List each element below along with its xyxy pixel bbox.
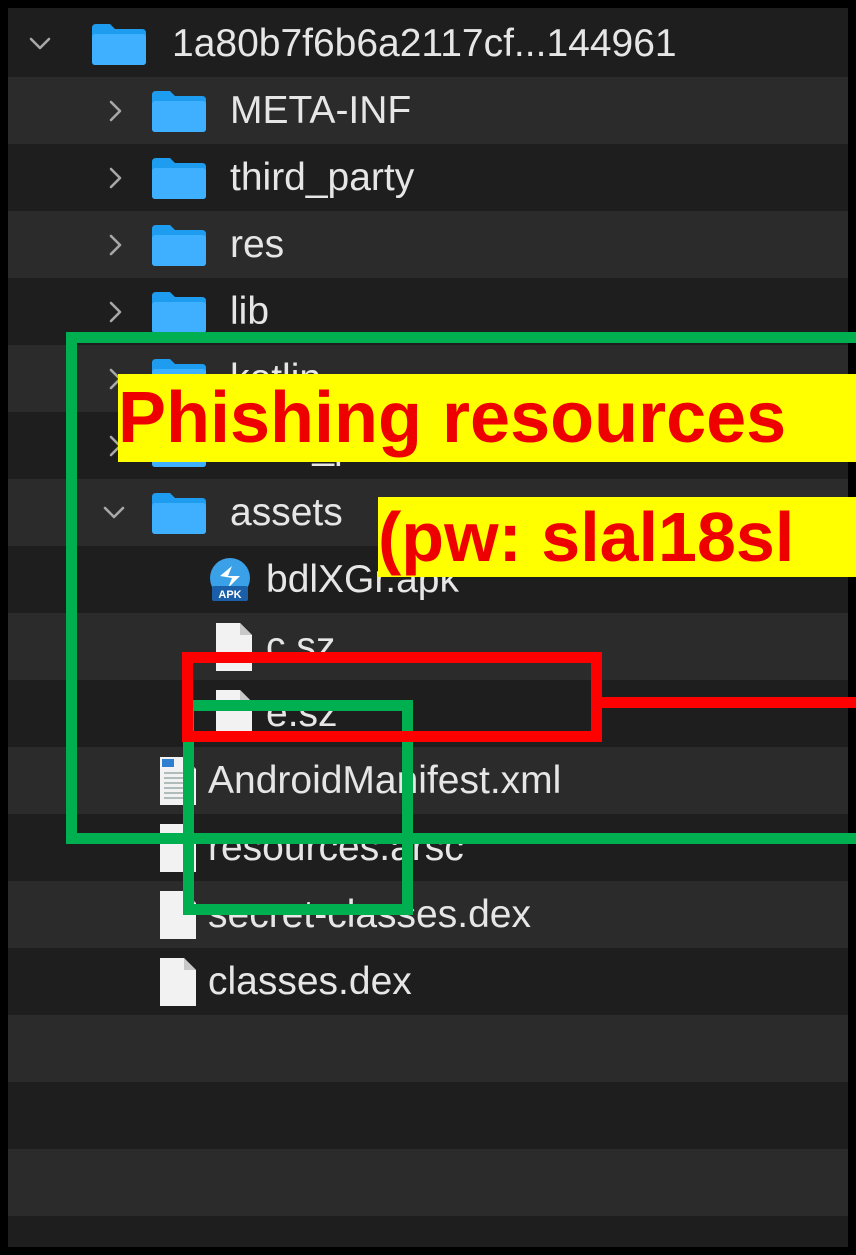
document-icon [160, 824, 196, 872]
tree-item-label: AndroidManifest.xml [208, 758, 562, 802]
tree-item-label: secret-classes.dex [208, 892, 531, 936]
document-icon [160, 891, 196, 939]
document-icon [160, 958, 196, 1006]
chevron-right-icon[interactable] [104, 99, 128, 123]
empty-row [8, 1149, 848, 1216]
finder-file-tree: 1a80b7f6b6a2117cf...144961 META-INF thir… [8, 8, 848, 1247]
tree-item-label: 1a80b7f6b6a2117cf...144961 [172, 21, 677, 65]
folder-icon [152, 158, 206, 199]
folder-icon [152, 91, 206, 132]
tree-row[interactable]: secret-classes.dex [8, 881, 848, 948]
chevron-right-icon[interactable] [104, 233, 128, 257]
empty-row [8, 1216, 848, 1247]
tree-item-label: e.sz [266, 691, 338, 735]
chevron-right-icon[interactable] [104, 166, 128, 190]
folder-icon [152, 225, 206, 266]
document-icon [216, 690, 252, 738]
tree-item-label: third_party [230, 155, 415, 199]
tree-row[interactable]: resources.arsc [8, 814, 848, 881]
tree-row[interactable]: lib [8, 278, 848, 345]
tree-item-label: classes.dex [208, 959, 412, 1003]
tree-item-label: lib [230, 289, 270, 333]
annotation-password: (pw: slal18sl [378, 497, 856, 577]
tree-item-label: res [230, 222, 285, 266]
document-icon [216, 623, 252, 671]
tree-row[interactable]: classes.dex [8, 948, 848, 1015]
tree-row[interactable]: e.sz [8, 680, 848, 747]
apk-badge-label: APK [218, 589, 241, 601]
xml-document-icon [160, 757, 196, 805]
apk-icon: APK [210, 558, 250, 601]
folder-icon [152, 292, 206, 333]
folder-icon [152, 493, 206, 534]
tree-row[interactable]: META-INF [8, 77, 848, 144]
chevron-down-icon[interactable] [28, 32, 52, 56]
tree-row[interactable]: c.sz [8, 613, 848, 680]
chevron-right-icon[interactable] [104, 300, 128, 324]
empty-row [8, 1082, 848, 1149]
folder-icon [92, 24, 146, 65]
tree-row[interactable]: res [8, 211, 848, 278]
tree-row[interactable]: third_party [8, 144, 848, 211]
annotation-title: Phishing resources [118, 374, 856, 462]
tree-item-label: c.sz [266, 624, 336, 668]
tree-item-label: resources.arsc [208, 825, 464, 869]
tree-row[interactable]: AndroidManifest.xml [8, 747, 848, 814]
chevron-down-icon[interactable] [102, 501, 126, 525]
tree-item-label: META-INF [230, 88, 412, 132]
tree-item-label: assets [230, 490, 343, 534]
empty-row [8, 1015, 848, 1082]
tree-row-root[interactable]: 1a80b7f6b6a2117cf...144961 [8, 10, 848, 77]
